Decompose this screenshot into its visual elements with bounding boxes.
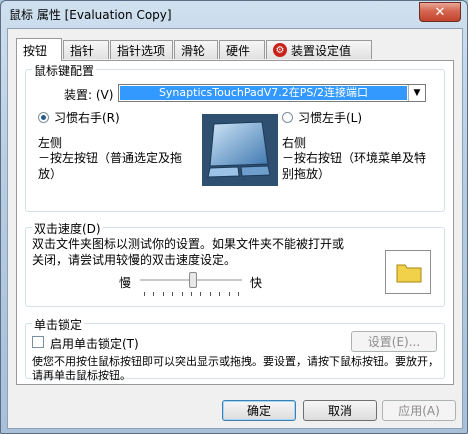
double-click-desc: 双击文件夹图标以测试你的设置。如果文件夹不能被打开或关闭，请尝试用较慢的双击速度… [32,237,345,267]
dialog-client: 按钮 指针 指针选项 滑轮 硬件 ⚙ 装置设定值 鼠标键配置 装置: (V) S… [7,28,463,429]
apply-button[interactable]: 应用(A) [382,400,456,421]
slider-tick [238,292,239,296]
left-side-desc: －按左按钮（普通选定及拖放） [38,151,183,181]
tab-panel: 鼠标键配置 装置: (V) SynapticsTouchPadV7.2在PS/2… [16,60,454,385]
click-lock-checkbox[interactable] [32,336,44,348]
tab-hardware[interactable]: 硬件 [219,40,265,59]
tab-wheel[interactable]: 滑轮 [174,40,218,59]
test-folder-button[interactable] [385,250,431,294]
slider-tick [153,292,155,296]
tab-pointer-options[interactable]: 指针选项 [110,40,173,59]
double-click-speed-slider[interactable] [140,272,242,298]
close-icon: ✕ [434,4,446,20]
button-config-group: 鼠标键配置 装置: (V) SynapticsTouchPadV7.2在PS/2… [25,62,445,212]
click-lock-enable-label[interactable]: 启用单击锁定(T) [50,335,139,352]
slider-ticks [140,292,242,296]
tab-label: 装置设定值 [291,43,352,58]
tab-strip: 按钮 指针 指针选项 滑轮 硬件 ⚙ 装置设定值 [16,38,456,61]
right-side-title: 右侧 [282,136,307,150]
click-lock-desc: 使您不用按住鼠标按钮即可以突出显示或拖拽。要设置，请按下鼠标按钮。要放开，请再单… [32,355,439,382]
device-label: 装置: (V) [64,88,114,102]
button-config-legend: 鼠标键配置 [32,62,97,79]
slider-tick [228,292,230,296]
apply-button-label: 应用(A) [398,404,440,418]
tab-buttons[interactable]: 按钮 [16,38,62,61]
slow-label: 慢 [119,276,132,290]
slider-tick [219,292,221,296]
chevron-down-icon[interactable]: ▼ [408,85,425,101]
window-title: 鼠标 属性 [Evaluation Copy] [9,8,172,22]
cancel-button[interactable]: 取消 [303,400,377,421]
tab-device-settings[interactable]: ⚙ 装置设定值 [266,40,372,59]
ok-button[interactable]: 确定 [222,400,296,421]
slider-tick [144,292,145,296]
left-hand-label[interactable]: 习惯左手(L) [298,109,362,126]
slider-tick [172,292,174,296]
slider-tick [162,292,164,296]
tab-pointers[interactable]: 指针 [63,40,109,59]
slider-tick [191,292,192,296]
title-bar[interactable]: 鼠标 属性 [Evaluation Copy] ✕ [1,1,467,28]
fast-label: 快 [250,276,263,290]
left-side-title: 左侧 [38,136,63,150]
device-select-value: SynapticsTouchPadV7.2在PS/2连接端口 [120,86,407,100]
tab-label: 指针选项 [117,43,166,58]
synaptics-icon: ⚙ [273,43,287,57]
slider-tick [200,292,202,296]
left-hand-radio[interactable] [282,112,293,123]
touchpad-image [202,114,278,186]
settings-button-label: 设置(E)... [367,335,421,349]
close-button[interactable]: ✕ [419,2,461,22]
slider-tick [181,292,183,296]
device-select[interactable]: SynapticsTouchPadV7.2在PS/2连接端口 ▼ [118,84,426,102]
slider-tick [209,292,211,296]
tab-label: 指针 [70,43,95,58]
slider-thumb[interactable] [189,272,197,288]
click-lock-group: 单击锁定 启用单击锁定(T) 设置(E)... 使您不用按住鼠标按钮即可以突出显… [25,316,445,382]
click-lock-settings-button[interactable]: 设置(E)... [351,331,437,352]
tab-label: 按钮 [23,43,48,58]
double-click-group: 双击速度(D) 双击文件夹图标以测试你的设置。如果文件夹不能被打开或关闭，请尝试… [25,220,445,307]
cancel-button-label: 取消 [327,404,352,418]
folder-icon [396,264,422,283]
right-hand-label[interactable]: 习惯右手(R) [54,109,120,126]
right-side-desc: －按右按钮（环境菜单及特别拖放） [282,151,427,181]
ok-button-label: 确定 [246,404,271,418]
double-click-legend: 双击速度(D) [32,220,103,237]
click-lock-legend: 单击锁定 [32,316,85,333]
dialog-window: 鼠标 属性 [Evaluation Copy] ✕ 按钮 指针 指针选项 滑轮 … [0,0,468,434]
tab-label: 滑轮 [181,43,206,58]
right-hand-radio[interactable] [38,112,49,123]
tab-label: 硬件 [226,43,251,58]
